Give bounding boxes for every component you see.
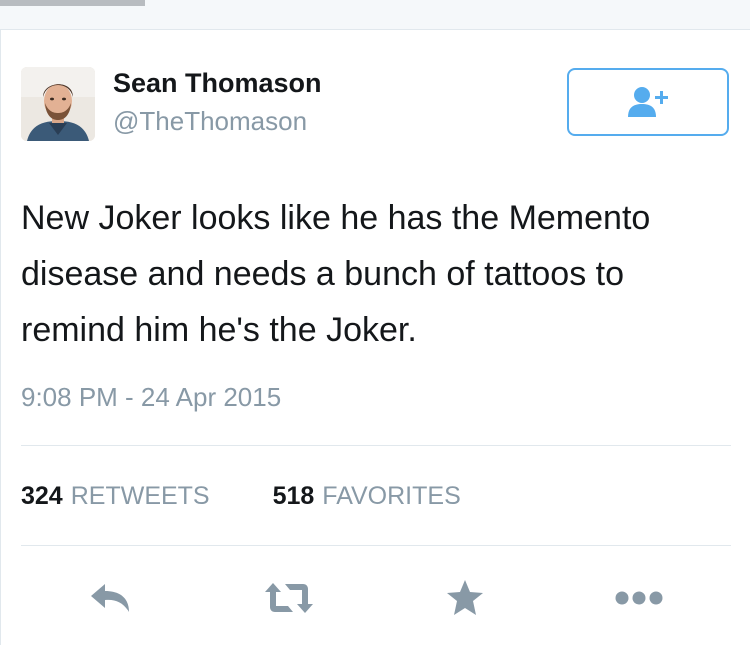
favorites-stat[interactable]: 518 FAVORITES	[273, 482, 461, 511]
tweet-card: Sean Thomason @TheThomason New Joker loo…	[0, 29, 750, 645]
avatar-image	[21, 67, 95, 141]
favorites-label: FAVORITES	[322, 482, 461, 510]
more-button[interactable]	[613, 578, 665, 618]
add-user-icon	[628, 87, 668, 117]
divider	[21, 445, 731, 446]
tweet-stats: 324 RETWEETS 518 FAVORITES	[21, 482, 517, 511]
retweet-icon	[265, 583, 313, 613]
tweet-timestamp[interactable]: 9:08 PM - 24 Apr 2015	[21, 382, 281, 413]
retweets-count: 324	[21, 482, 63, 510]
author-handle[interactable]: @TheThomason	[113, 106, 307, 137]
more-icon	[615, 591, 663, 605]
top-scroll-indicator	[0, 0, 145, 6]
tweet-text: New Joker looks like he has the Memento …	[21, 199, 651, 349]
divider	[21, 545, 731, 546]
reply-button[interactable]	[89, 578, 133, 618]
retweets-stat[interactable]: 324 RETWEETS	[21, 482, 210, 511]
reply-icon	[91, 584, 129, 612]
retweets-label: RETWEETS	[70, 482, 210, 510]
favorite-button[interactable]	[443, 578, 487, 618]
retweet-button[interactable]	[263, 578, 315, 618]
avatar[interactable]	[21, 67, 95, 141]
favorite-icon	[447, 580, 483, 615]
author-name[interactable]: Sean Thomason	[113, 68, 322, 99]
follow-button[interactable]	[567, 68, 729, 136]
favorites-count: 518	[272, 482, 315, 510]
